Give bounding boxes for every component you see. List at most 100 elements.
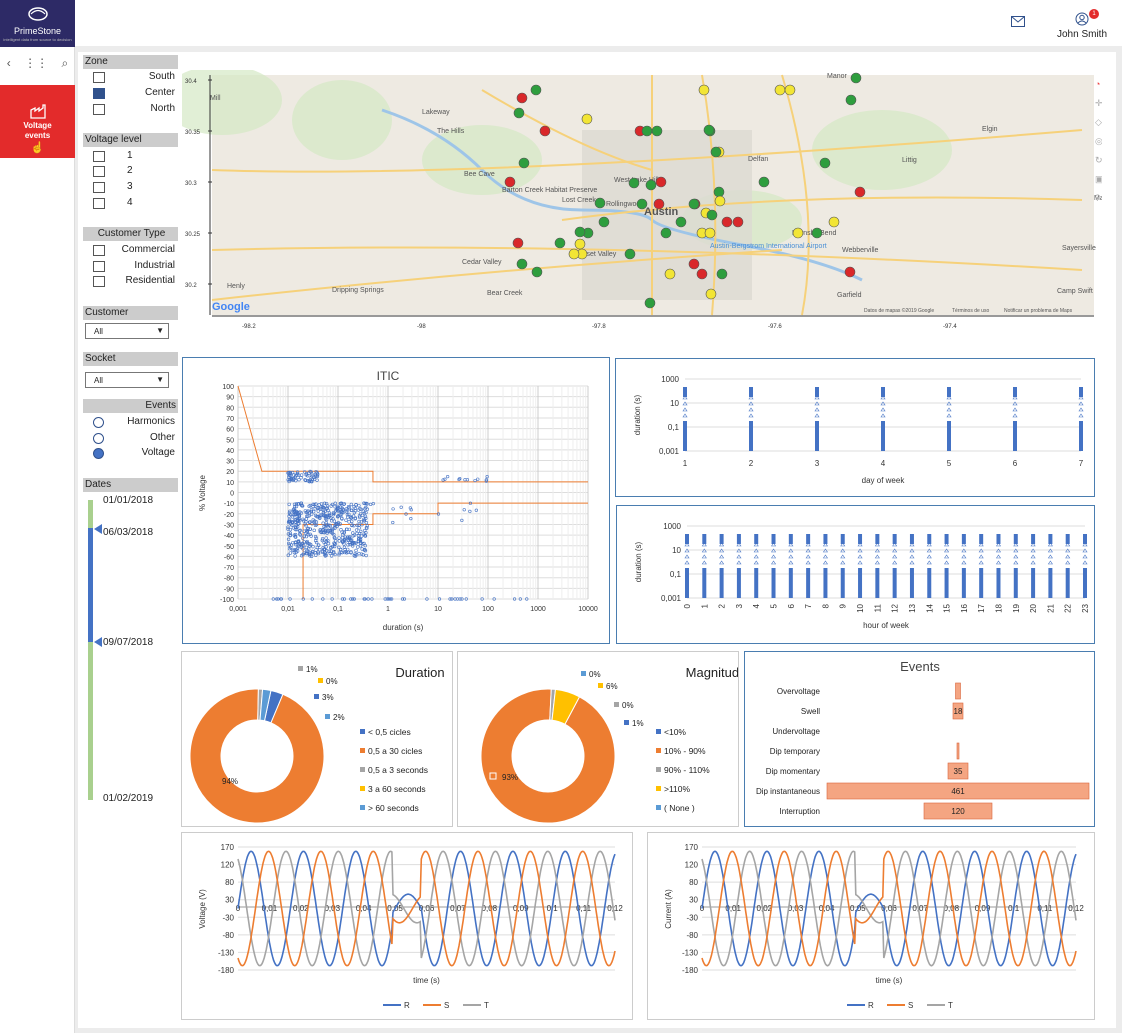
map-tool-icon[interactable]: ◇ bbox=[1095, 117, 1102, 127]
map-event-marker[interactable] bbox=[512, 237, 524, 249]
option-label: Residential bbox=[125, 275, 175, 286]
map-event-marker[interactable] bbox=[518, 157, 530, 169]
voltage-level-option[interactable]: 4 bbox=[83, 196, 178, 211]
map-event-marker[interactable] bbox=[655, 176, 667, 188]
map-event-marker[interactable] bbox=[531, 266, 543, 278]
date-slider-handle-start[interactable] bbox=[94, 524, 102, 534]
customer-type-option-industrial[interactable]: Industrial bbox=[83, 259, 178, 274]
customer-type-option-residential[interactable]: Residential bbox=[83, 274, 178, 289]
map-event-marker[interactable] bbox=[713, 186, 725, 198]
map-event-marker[interactable] bbox=[716, 268, 728, 280]
map-event-marker[interactable] bbox=[624, 248, 636, 260]
map-event-marker[interactable] bbox=[705, 288, 717, 300]
socket-select[interactable]: All ▼ bbox=[85, 372, 169, 388]
brand-logo[interactable]: PrimeStone intelligent data from source … bbox=[0, 0, 75, 47]
map-event-marker[interactable] bbox=[784, 84, 796, 96]
events-option-other[interactable]: Other bbox=[83, 431, 178, 446]
map-event-marker[interactable] bbox=[774, 84, 786, 96]
map-event-marker[interactable] bbox=[641, 125, 653, 137]
map-event-marker[interactable] bbox=[504, 176, 516, 188]
map-event-marker[interactable] bbox=[688, 198, 700, 210]
map-event-marker[interactable] bbox=[688, 258, 700, 270]
checkbox[interactable] bbox=[93, 88, 105, 99]
map-event-marker[interactable] bbox=[660, 227, 672, 239]
events-map[interactable]: MillLakewayThe HillsBee CaveWest Lake Hi… bbox=[182, 70, 1102, 330]
checkbox[interactable] bbox=[93, 72, 105, 83]
map-event-marker[interactable] bbox=[721, 216, 733, 228]
map-event-marker[interactable] bbox=[594, 197, 606, 209]
map-tool-icon[interactable]: ? bbox=[1095, 193, 1100, 203]
search-icon[interactable]: ⌕ bbox=[62, 56, 69, 71]
map-event-marker[interactable] bbox=[516, 258, 528, 270]
map-event-marker[interactable] bbox=[644, 297, 656, 309]
map-event-marker[interactable] bbox=[664, 268, 676, 280]
map-event-marker[interactable] bbox=[675, 216, 687, 228]
checkbox[interactable] bbox=[93, 261, 105, 272]
checkbox[interactable] bbox=[93, 166, 105, 177]
nav-voltage-events-button[interactable]: Voltage events ☝ bbox=[0, 85, 75, 158]
radio[interactable] bbox=[93, 417, 104, 428]
map-event-marker[interactable] bbox=[714, 195, 726, 207]
map-event-marker[interactable] bbox=[828, 216, 840, 228]
map-event-marker[interactable] bbox=[574, 238, 586, 250]
events-option-harmonics[interactable]: Harmonics bbox=[83, 415, 178, 430]
apps-grid-icon[interactable]: ⋮⋮ bbox=[24, 56, 48, 71]
map-event-marker[interactable] bbox=[850, 72, 862, 84]
map-event-marker[interactable] bbox=[516, 92, 528, 104]
map-event-marker[interactable] bbox=[530, 84, 542, 96]
map-event-marker[interactable] bbox=[598, 216, 610, 228]
map-event-marker[interactable] bbox=[845, 94, 857, 106]
map-event-marker[interactable] bbox=[539, 125, 551, 137]
mail-icon[interactable] bbox=[1011, 16, 1025, 27]
map-event-marker[interactable] bbox=[732, 216, 744, 228]
map-event-marker[interactable] bbox=[854, 186, 866, 198]
zone-option-south[interactable]: South bbox=[83, 70, 178, 85]
map-tool-icon[interactable]: ◎ bbox=[1095, 136, 1102, 146]
map-event-marker[interactable] bbox=[636, 198, 648, 210]
user-menu[interactable]: 1 John Smith bbox=[1051, 9, 1113, 40]
map-event-marker[interactable] bbox=[628, 177, 640, 189]
map-event-marker[interactable] bbox=[704, 227, 716, 239]
map-event-marker[interactable] bbox=[758, 176, 770, 188]
voltage-level-option[interactable]: 3 bbox=[83, 180, 178, 195]
map-tool-icon[interactable]: ↻ bbox=[1095, 155, 1102, 165]
customer-type-option-commercial[interactable]: Commercial bbox=[83, 243, 178, 258]
checkbox[interactable] bbox=[93, 245, 105, 256]
map-event-marker[interactable] bbox=[568, 248, 580, 260]
collapse-chevron-left-icon[interactable]: ‹ bbox=[7, 56, 11, 71]
map-event-marker[interactable] bbox=[651, 125, 663, 137]
voltage-level-option[interactable]: 2 bbox=[83, 164, 178, 179]
map-event-marker[interactable] bbox=[513, 107, 525, 119]
map-event-marker[interactable] bbox=[710, 146, 722, 158]
map-event-marker[interactable] bbox=[819, 157, 831, 169]
map-event-marker[interactable] bbox=[844, 266, 856, 278]
radio[interactable] bbox=[93, 448, 104, 459]
map-event-marker[interactable] bbox=[696, 268, 708, 280]
map-event-marker[interactable] bbox=[792, 227, 804, 239]
map-event-marker[interactable] bbox=[581, 113, 593, 125]
checkbox[interactable] bbox=[93, 151, 105, 162]
checkbox[interactable] bbox=[93, 198, 105, 209]
events-option-voltage[interactable]: Voltage bbox=[83, 446, 178, 461]
map-event-marker[interactable] bbox=[706, 209, 718, 221]
map-event-marker[interactable] bbox=[554, 237, 566, 249]
voltage-level-option[interactable]: 1 bbox=[83, 149, 178, 164]
map-event-marker[interactable] bbox=[574, 226, 586, 238]
date-slider-handle-end[interactable] bbox=[94, 637, 102, 647]
radio[interactable] bbox=[93, 433, 104, 444]
map-tool-icon[interactable]: ✛ bbox=[1095, 98, 1102, 108]
zone-option-north[interactable]: North bbox=[83, 102, 178, 117]
checkbox[interactable] bbox=[93, 182, 105, 193]
checkbox[interactable] bbox=[93, 276, 105, 287]
map-event-marker[interactable] bbox=[645, 179, 657, 191]
map-event-marker[interactable] bbox=[703, 124, 715, 136]
map-event-marker[interactable] bbox=[653, 198, 665, 210]
zone-option-center[interactable]: Center bbox=[83, 86, 178, 101]
map-event-marker[interactable] bbox=[811, 227, 823, 239]
map-tool-icon[interactable]: ◔ bbox=[1095, 79, 1100, 89]
map-tool-icon[interactable]: ▣ bbox=[1095, 174, 1102, 184]
map-event-marker[interactable] bbox=[698, 84, 710, 96]
checkbox[interactable] bbox=[93, 104, 105, 115]
date-slider-range[interactable] bbox=[88, 528, 93, 642]
customer-select[interactable]: All ▼ bbox=[85, 323, 169, 339]
